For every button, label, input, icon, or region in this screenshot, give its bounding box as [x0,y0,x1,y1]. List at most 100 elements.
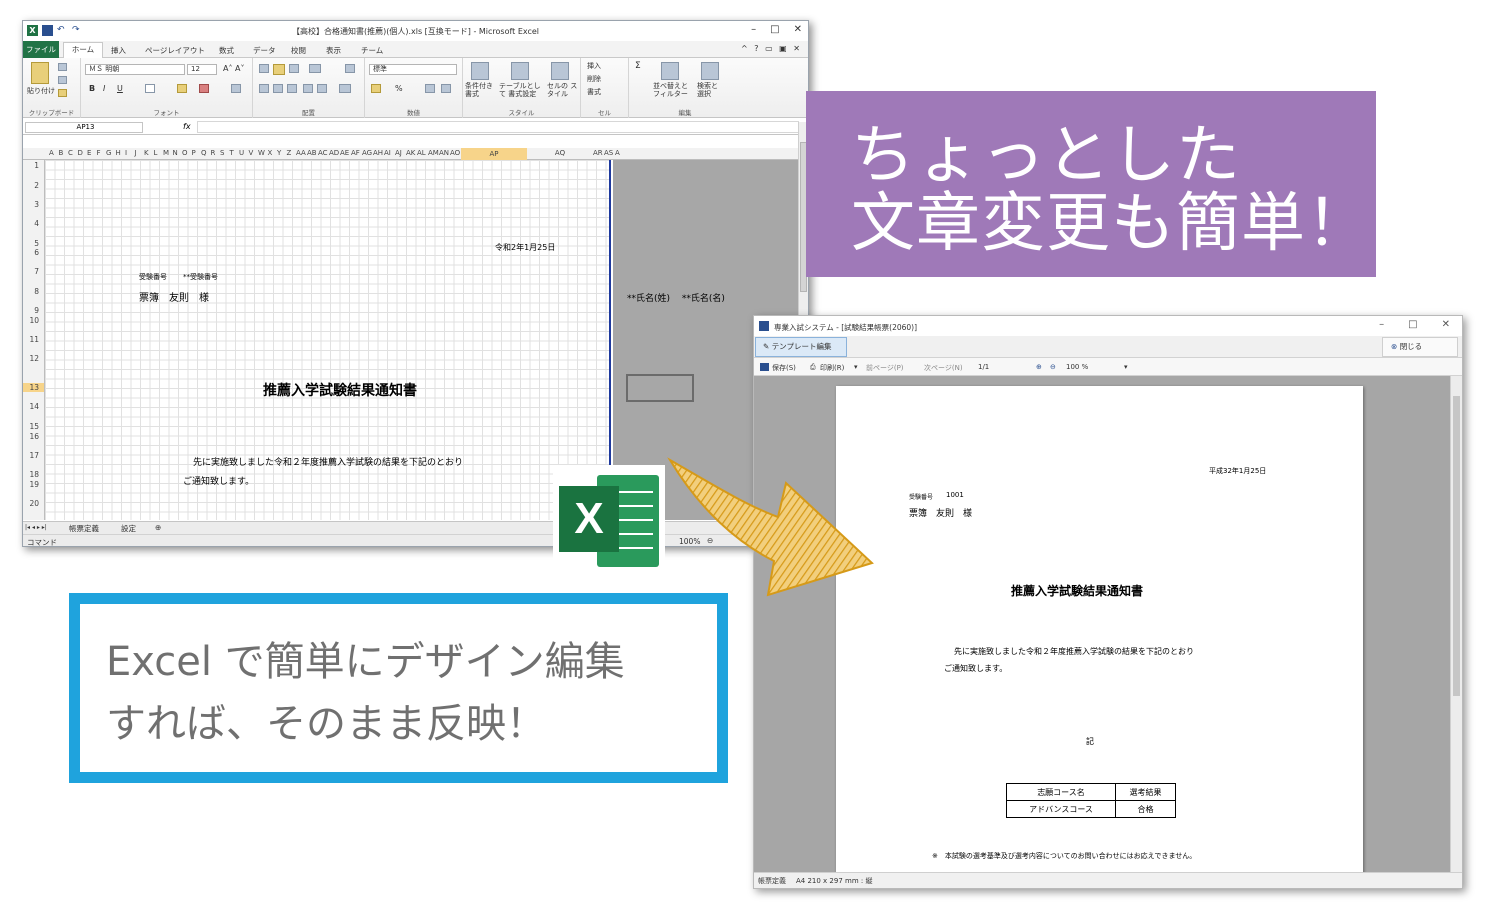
column-header[interactable]: D [78,149,83,157]
row-header[interactable]: 6 [34,248,39,257]
preview-scroll-thumb[interactable] [1453,396,1460,696]
zoom-out-icon[interactable]: ⊖ [1050,363,1056,371]
column-header[interactable]: AC [318,149,328,157]
column-header[interactable]: I [125,149,127,157]
prev-page-button[interactable]: 前ページ(P) [866,363,904,373]
tab-data[interactable]: データ [253,45,276,56]
column-header[interactable]: AO [450,149,460,157]
zoom-in-icon[interactable]: ⊕ [1036,363,1042,371]
system-close-window-button[interactable]: ✕ [1442,319,1450,330]
fill-color-icon[interactable] [177,84,187,93]
cell-style-icon[interactable] [551,62,569,80]
print-dropdown-icon[interactable]: ▾ [854,363,858,371]
maximize-button[interactable]: □ [770,24,779,35]
percent-button[interactable]: % [395,84,403,93]
find-select-icon[interactable] [701,62,719,80]
preview-scrollbar[interactable] [1450,376,1462,874]
row-header[interactable]: 16 [29,432,39,441]
column-header[interactable]: H [116,149,121,157]
decrease-indent-icon[interactable] [303,84,313,93]
tab-insert[interactable]: 挿入 [111,45,126,56]
format-painter-icon[interactable] [58,89,67,97]
column-header[interactable]: Y [277,149,281,157]
column-header[interactable]: T [230,149,234,157]
cell-style-label[interactable]: セルの スタイル [547,82,579,98]
row-header[interactable]: 7 [34,267,39,276]
wrap-text-icon[interactable] [345,64,355,73]
column-header[interactable]: Z [287,149,292,157]
column-header[interactable]: AA [296,149,306,157]
system-minimize-button[interactable]: – [1379,319,1384,330]
column-header[interactable]: AJ [395,149,402,157]
column-header[interactable]: S [220,149,224,157]
sort-filter-icon[interactable] [661,62,679,80]
decrease-decimal-icon[interactable] [441,84,451,93]
name-box[interactable]: AP13 [25,122,143,133]
row-header[interactable]: 1 [34,161,39,170]
sort-filter-label[interactable]: 並べ替えと フィルター [653,82,693,98]
column-header[interactable]: E [87,149,91,157]
row-header[interactable]: 13 [23,383,44,392]
font-name-select[interactable]: ＭＳ 明朝 [85,64,185,75]
column-header[interactable]: AD [329,149,339,157]
cond-format-label[interactable]: 条件付き 書式 [465,82,501,98]
column-header[interactable]: A [615,149,620,157]
sheet-tab-settings[interactable]: 設定 [121,523,136,534]
zoom-dropdown-icon[interactable]: ▾ [1124,363,1128,371]
bold-button[interactable]: B [89,84,95,93]
column-header[interactable]: J [135,149,137,157]
cell-heading[interactable]: 推薦入学試験結果通知書 [263,380,417,400]
worksheet-grid[interactable]: 令和2年1月25日 受験番号 **受験番号 票簿 友則 様 推薦入学試験結果通知… [45,160,611,520]
align-middle-icon[interactable] [273,64,285,75]
row-header[interactable]: 11 [29,335,39,344]
align-left-icon[interactable] [259,84,269,93]
table-format-label[interactable]: テーブルとして 書式設定 [499,82,545,98]
row-header[interactable]: 20 [29,499,39,508]
row-header[interactable]: 14 [29,402,39,411]
align-center-icon[interactable] [273,84,283,93]
font-size-select[interactable]: 12 [187,64,217,75]
tab-file[interactable]: ファイル [23,41,59,58]
formula-input[interactable] [197,121,799,133]
save-button[interactable]: 保存(S) [772,363,796,373]
row-header[interactable]: 12 [29,354,39,363]
row-header[interactable]: 8 [34,287,39,296]
tab-review[interactable]: 校閲 [291,45,306,56]
column-header[interactable]: O [182,149,188,157]
row-header[interactable]: 5 [34,239,39,248]
column-header[interactable]: M [163,149,169,157]
help-icon[interactable]: ^ ? ▭ ▣ ✕ [741,44,802,53]
selected-cell-ap13[interactable] [626,374,694,402]
column-header[interactable]: AG [362,149,372,157]
column-header[interactable]: K [144,149,149,157]
column-header[interactable]: AI [384,149,391,157]
orientation-icon[interactable] [309,64,321,73]
cell-name[interactable]: 票簿 友則 様 [139,289,209,304]
align-top-icon[interactable] [259,64,269,73]
column-header[interactable]: AE [340,149,349,157]
cell-exam-no-label[interactable]: 受験番号 [139,272,167,282]
column-header[interactable]: AQ [527,149,593,157]
tab-formulas[interactable]: 数式 [219,45,234,56]
row-header[interactable]: 9 [34,306,39,315]
fx-icon[interactable]: fx [183,122,191,131]
conditional-format-icon[interactable] [471,62,489,80]
align-bottom-icon[interactable] [289,64,299,73]
border-icon[interactable] [145,84,155,93]
row-header[interactable]: 18 [29,470,39,479]
column-header[interactable]: C [68,149,73,157]
italic-button[interactable]: I [103,84,105,93]
column-header[interactable]: A [49,149,54,157]
column-header[interactable]: X [268,149,273,157]
phonetic-icon[interactable] [231,84,241,93]
cell-body-2[interactable]: ご通知致します。 [183,474,254,487]
column-header[interactable]: Q [201,149,207,157]
format-cells-button[interactable]: 書式 [587,87,601,97]
column-header[interactable]: B [59,149,64,157]
column-header[interactable]: AS [604,149,613,157]
template-edit-button[interactable]: ✎ テンプレート編集 [755,337,847,357]
close-preview-button[interactable]: ⊗ 閉じる [1382,337,1458,357]
copy-icon[interactable] [58,76,67,84]
close-button[interactable]: ✕ [794,24,802,35]
column-header[interactable]: F [97,149,101,157]
